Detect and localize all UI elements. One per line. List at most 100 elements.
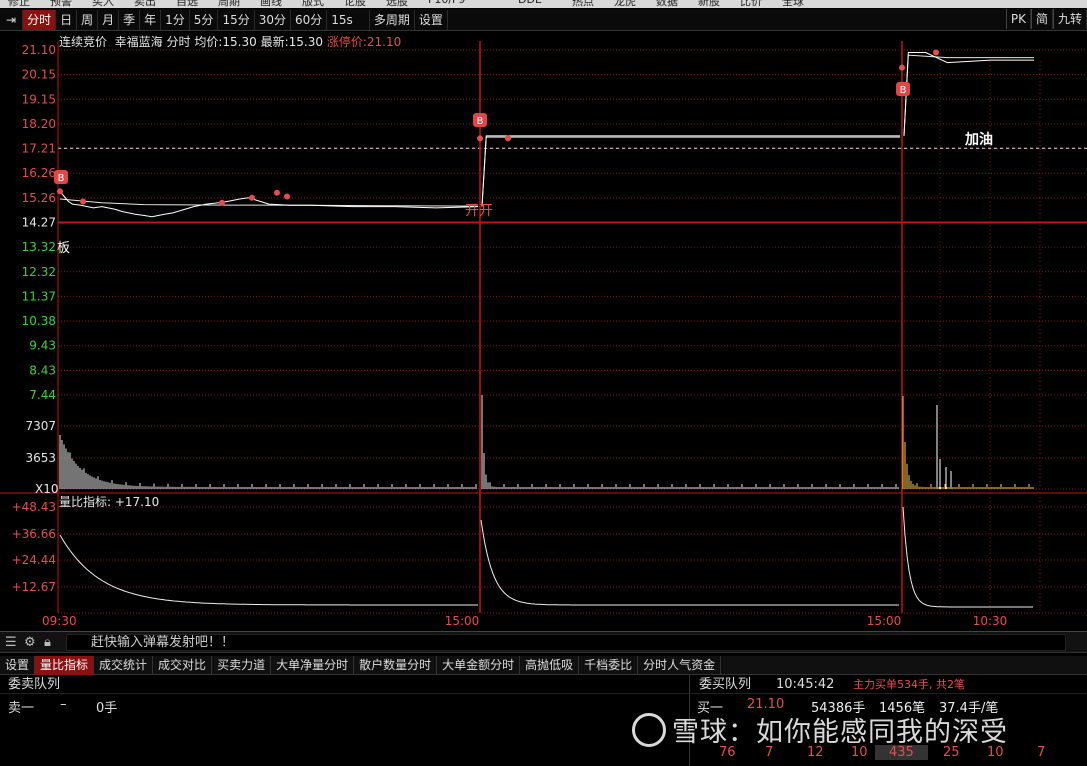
top-menu-item[interactable]: 数据	[656, 0, 678, 8]
main-force-order: 主力买单534手, 共2笔	[853, 678, 965, 691]
indicator-tab[interactable]: 大单金额分时	[437, 656, 521, 675]
period-button[interactable]: 60分	[291, 9, 328, 30]
watermark-text: 雪球：如你能感同我的深受	[672, 717, 1008, 748]
axis-tick-label: 10.38	[22, 314, 56, 328]
top-menu-item[interactable]: 比价	[740, 0, 762, 8]
annotation-jiayou: 加油	[964, 131, 993, 148]
avg-price-value: 15.30	[222, 35, 257, 49]
period-button[interactable]: 月	[98, 9, 120, 30]
indicator-tab[interactable]: 千档委比	[579, 656, 639, 675]
buy-queue-time: 10:45:42	[776, 677, 835, 692]
indicator-tab[interactable]: 散户数量分时	[354, 656, 438, 675]
axis-tick-label: 7.44	[29, 388, 56, 402]
intraday-chart[interactable]: B B B 开开 加油板 21.10 20.15 19.15 18.20 17.21 16.26 15…	[0, 31, 1087, 631]
trade-marker-dot	[477, 135, 483, 142]
indicator-series	[59, 534, 478, 606]
gear-icon[interactable]: ⚙	[24, 635, 36, 650]
top-menu-item[interactable]: 买入	[92, 0, 114, 8]
period-button[interactable]: 5分	[190, 9, 219, 30]
top-menu-item[interactable]: 预警	[50, 0, 72, 8]
buy-marker-label: B	[58, 173, 65, 184]
axis-tick-label: 3653	[25, 451, 56, 465]
period-button[interactable]: 周	[77, 9, 99, 30]
period-button[interactable]: 季	[119, 9, 141, 30]
top-menu-item[interactable]: 卖出	[134, 0, 156, 8]
indicator-tab[interactable]: 买卖力道	[212, 656, 272, 675]
indicator-tab[interactable]: 高抛低吸	[520, 656, 580, 675]
top-menu-item[interactable]: 周期	[218, 0, 240, 8]
trade-marker-dot	[933, 49, 939, 56]
danmaku-input[interactable]	[66, 634, 1066, 651]
trading-phase-label: 连续竞价	[59, 35, 108, 49]
axis-tick-label: 9.43	[29, 339, 56, 353]
top-menu-item[interactable]: 修正	[8, 0, 30, 8]
buy-marker-label: B	[477, 116, 484, 127]
indicator-tabs: 设置 量比指标 成交统计 成交对比 买卖力道 大单净量分时 散户数量分时 大单金额分时 高抛低吸…	[0, 656, 1087, 675]
top-menu-item[interactable]: F10/F9	[428, 0, 465, 6]
indicator-series	[480, 519, 899, 606]
top-menu-item[interactable]: DDE	[518, 0, 542, 6]
time-tick-label: 15:00	[445, 614, 480, 628]
indicator-tab[interactable]: 成交对比	[153, 656, 213, 675]
top-menu-item[interactable]: 画线	[260, 0, 282, 8]
top-menu-item[interactable]: 龙虎	[614, 0, 636, 8]
axis-tick-label: 12.32	[22, 265, 56, 279]
top-menu-item[interactable]: 全球	[782, 0, 804, 8]
limit-up-value: 21.10	[366, 35, 402, 49]
avg-price-series	[59, 198, 479, 207]
toolbar-right-button[interactable]: PK	[1005, 9, 1031, 29]
avg-price-series	[481, 136, 900, 207]
period-button[interactable]: 设置	[415, 9, 448, 30]
indicator-tab[interactable]: 成交统计	[94, 656, 154, 675]
buy-queue-cell: 7	[1037, 745, 1046, 760]
period-button[interactable]: 1分	[161, 9, 190, 30]
last-price-value: 15.30	[288, 35, 323, 49]
list-icon[interactable]: ☰	[5, 635, 17, 650]
indicator-tab[interactable]: 量比指标	[35, 656, 95, 675]
axis-tick-label: 17.21	[22, 142, 56, 156]
top-menu-item[interactable]: 选股	[386, 0, 408, 8]
top-menu-item[interactable]: 自选	[176, 0, 198, 8]
period-button[interactable]: 15s	[327, 9, 370, 30]
period-button[interactable]: 多周期	[370, 9, 415, 30]
period-button[interactable]: 30分	[255, 9, 291, 30]
buy-queue-title: 委买队列	[699, 677, 752, 692]
xueqiu-logo-icon	[632, 713, 666, 747]
annotation-kaikai: 开开	[465, 203, 493, 219]
chart-mode-label: 分时	[166, 35, 191, 49]
danmaku-bar: ☰ ⚙ 🔒︎ ⊛	[0, 631, 1087, 653]
period-button[interactable]: 15分	[218, 9, 255, 30]
trade-marker-dot	[284, 193, 290, 200]
volume-multiplier-label: X10	[35, 482, 59, 496]
last-price-label: 最新:	[260, 35, 289, 49]
axis-tick-label: 21.10	[22, 43, 56, 57]
watermark: 雪球：如你能感同我的深受	[632, 710, 1008, 749]
period-button[interactable]: 日	[56, 9, 78, 30]
toolbar-right-button[interactable]: 九转	[1052, 9, 1087, 29]
toolbar-toggle-icon[interactable]: ⇥	[0, 9, 24, 30]
period-button[interactable]: 年	[140, 9, 162, 30]
indicator-tab[interactable]: 大单净量分时	[271, 656, 355, 675]
indicator-series	[902, 506, 1033, 608]
time-tick-label: 10:30	[973, 614, 1008, 628]
period-button[interactable]: 分时	[23, 9, 57, 30]
sell-queue-title: 委卖队列	[0, 675, 689, 694]
axis-tick-label: 14.27	[22, 216, 56, 230]
chart-title: 连续竞价 幸福蓝海 分时 均价:15.30 最新:15.30 涨停价:21.10	[59, 33, 401, 50]
top-menu-item[interactable]: 热点	[572, 0, 594, 8]
time-tick-label: 15:00	[867, 614, 902, 628]
indicator-tab[interactable]: 分时人气资金	[638, 656, 722, 675]
axis-tick-label: 8.43	[29, 363, 56, 377]
top-menu-bar: 修正 预警 买入 卖出 自选 周期 画线 版式 论股 选股 F10/F9 DDE 热点 龙虎 数据 新股 比价 全…	[0, 0, 1087, 8]
top-menu-item[interactable]: 论股	[344, 0, 366, 8]
indicator-tab[interactable]: 设置	[0, 656, 36, 675]
trade-marker-dot	[505, 135, 511, 142]
lock-icon[interactable]: 🔒︎	[44, 635, 51, 650]
period-toolbar: ⇥ 分时日周月季年 1分 5分 15分 30分 60分 15s 多周期 设置 PK 简九转	[0, 9, 1087, 31]
axis-tick-label: 16.26	[22, 166, 56, 180]
sell-row-label: 卖一	[8, 701, 35, 716]
top-menu-item[interactable]: 版式	[302, 0, 324, 8]
top-menu-item[interactable]: 新股	[698, 0, 720, 8]
toolbar-right-button[interactable]: 简	[1030, 9, 1053, 29]
buy-queue-header: 委买队列 10:45:42 主力买单534手, 共2笔	[691, 675, 1087, 694]
